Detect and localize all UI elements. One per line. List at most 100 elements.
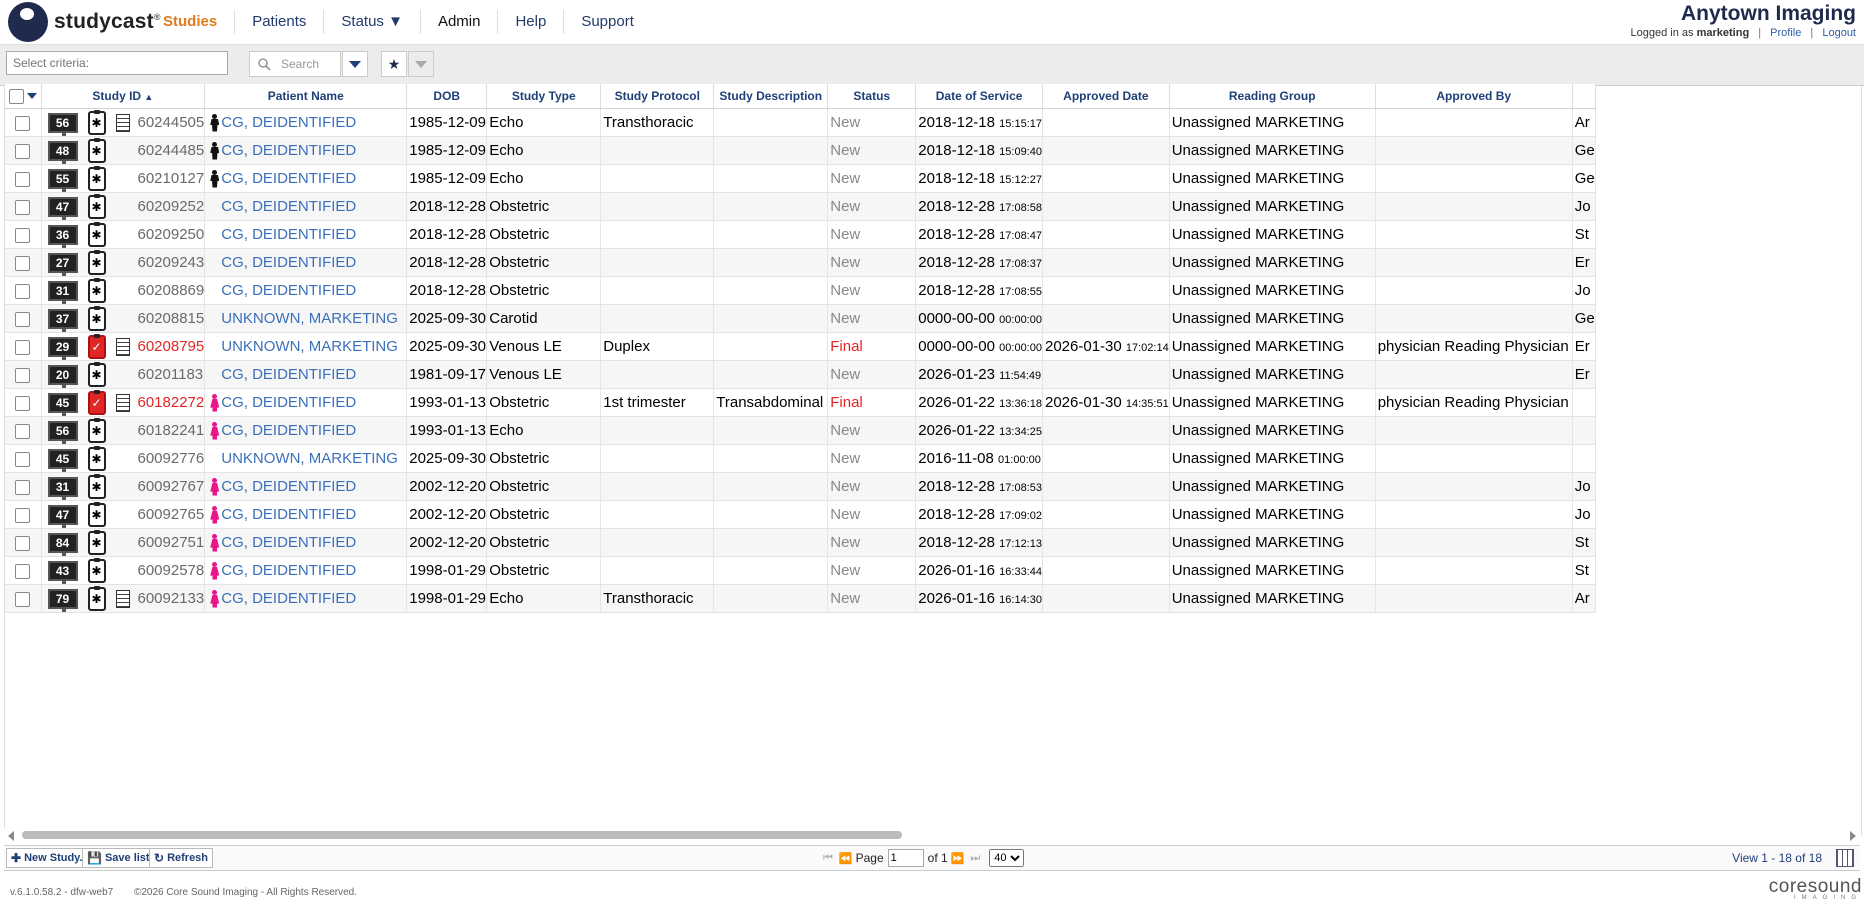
patient-name-link[interactable]: UNKNOWN, MARKETING	[221, 450, 398, 467]
study-id-cell[interactable]: 43 ✱ 60092578	[41, 556, 206, 585]
patient-name-link[interactable]: CG, DEIDENTIFIED	[221, 254, 356, 271]
patient-name-cell[interactable]: CG, DEIDENTIFIED	[204, 500, 408, 529]
patient-name-cell[interactable]: CG, DEIDENTIFIED	[204, 388, 408, 417]
image-count-monitor-icon[interactable]: 55	[47, 168, 78, 192]
row-checkbox[interactable]	[15, 507, 31, 523]
worksheet-clipboard-icon[interactable]: ✱	[87, 109, 106, 135]
study-id[interactable]: 60092751	[138, 534, 204, 551]
patient-name-cell[interactable]: CG, DEIDENTIFIED	[204, 276, 408, 305]
row-checkbox[interactable]	[15, 451, 31, 467]
refresh-button[interactable]: ↻ Refresh	[149, 848, 214, 868]
row-select-cell[interactable]	[5, 528, 42, 557]
patient-name-cell[interactable]: CG, DEIDENTIFIED	[204, 164, 408, 193]
study-id[interactable]: 60244485	[138, 142, 204, 159]
study-id[interactable]: 60209252	[138, 198, 204, 215]
row-select-cell[interactable]	[5, 164, 42, 193]
nav-patients[interactable]: Patients	[234, 10, 323, 34]
table-row[interactable]: 55 ✱ 60210127 CG, DEIDENTIFIED 1985-12-09 Ech…	[5, 164, 1596, 193]
search-button[interactable]: Search	[249, 51, 341, 77]
row-checkbox[interactable]	[15, 423, 31, 439]
report-document-icon[interactable]	[115, 113, 130, 132]
patient-name-link[interactable]: CG, DEIDENTIFIED	[221, 394, 356, 411]
worksheet-clipboard-icon[interactable]: ✱	[87, 473, 106, 499]
row-select-cell[interactable]	[5, 192, 42, 221]
patient-name-cell[interactable]: CG, DEIDENTIFIED	[204, 360, 408, 389]
prev-page-icon[interactable]: ⏪	[839, 852, 853, 865]
patient-name-link[interactable]: CG, DEIDENTIFIED	[221, 422, 356, 439]
row-checkbox[interactable]	[15, 479, 31, 495]
table-row[interactable]: 79 ✱ 60092133 CG, DEIDENTIFIED 1998-01-29 Ech…	[5, 584, 1596, 613]
patient-name-link[interactable]: CG, DEIDENTIFIED	[221, 478, 356, 495]
row-select-cell[interactable]	[5, 248, 42, 277]
patient-name-link[interactable]: CG, DEIDENTIFIED	[221, 562, 356, 579]
study-id-cell[interactable]: 29 ✓ 60208795	[41, 332, 206, 361]
patient-name-cell[interactable]: CG, DEIDENTIFIED	[204, 556, 408, 585]
worksheet-clipboard-icon[interactable]: ✱	[87, 277, 106, 303]
row-select-cell[interactable]	[5, 332, 42, 361]
col-dob[interactable]: DOB	[406, 84, 488, 109]
patient-name-cell[interactable]: CG, DEIDENTIFIED	[204, 416, 408, 445]
studycast-logo[interactable]: studycast®	[8, 2, 161, 42]
table-row[interactable]: 31 ✱ 60092767 CG, DEIDENTIFIED 2002-12-20 Obs…	[5, 472, 1596, 501]
study-id-cell[interactable]: 47 ✱ 60209252	[41, 192, 206, 221]
patient-name-cell[interactable]: CG, DEIDENTIFIED	[204, 528, 408, 557]
patient-name-cell[interactable]: CG, DEIDENTIFIED	[204, 472, 408, 501]
patient-name-link[interactable]: CG, DEIDENTIFIED	[221, 590, 356, 607]
row-checkbox[interactable]	[15, 255, 31, 271]
col-study-id[interactable]: Study ID ▲	[41, 84, 206, 109]
study-id-cell[interactable]: 56 ✱ 60182241	[41, 416, 206, 445]
next-page-icon[interactable]: ⏩	[951, 852, 965, 865]
worksheet-clipboard-icon[interactable]: ✱	[87, 305, 106, 331]
scroll-left-icon[interactable]	[8, 831, 14, 841]
column-chooser-icon[interactable]	[1836, 849, 1854, 867]
col-status[interactable]: Status	[827, 84, 917, 109]
image-count-monitor-icon[interactable]: 27	[47, 252, 78, 276]
study-id-cell[interactable]: 56 ✱ 60244505	[41, 108, 206, 137]
image-count-monitor-icon[interactable]: 37	[47, 308, 78, 332]
row-checkbox[interactable]	[15, 283, 31, 299]
table-row[interactable]: 56 ✱ 60182241 CG, DEIDENTIFIED 1993-01-13 Ech…	[5, 416, 1596, 445]
study-id-cell[interactable]: 48 ✱ 60244485	[41, 136, 206, 165]
nav-help[interactable]: Help	[497, 10, 563, 34]
row-select-cell[interactable]	[5, 416, 42, 445]
col-approved-date[interactable]: Approved Date	[1042, 84, 1170, 109]
study-id-cell[interactable]: 31 ✱ 60092767	[41, 472, 206, 501]
col-approved-by[interactable]: Approved By	[1375, 84, 1573, 109]
scroll-right-icon[interactable]	[1850, 831, 1856, 841]
image-count-monitor-icon[interactable]: 31	[47, 476, 78, 500]
study-id[interactable]: 60182272	[138, 394, 204, 411]
image-count-monitor-icon[interactable]: 45	[47, 392, 78, 416]
study-id-cell[interactable]: 79 ✱ 60092133	[41, 584, 206, 613]
nav-support[interactable]: Support	[563, 10, 651, 34]
page-number-input[interactable]	[887, 849, 924, 867]
patient-name-link[interactable]: CG, DEIDENTIFIED	[221, 226, 356, 243]
search-options-dropdown[interactable]	[342, 51, 368, 77]
study-id[interactable]: 60208795	[138, 338, 204, 355]
patient-name-link[interactable]: CG, DEIDENTIFIED	[221, 170, 356, 187]
row-checkbox[interactable]	[15, 143, 31, 159]
row-select-cell[interactable]	[5, 556, 42, 585]
select-all-checkbox[interactable]	[8, 88, 24, 104]
row-select-cell[interactable]	[5, 444, 42, 473]
study-id[interactable]: 60208869	[138, 282, 204, 299]
image-count-monitor-icon[interactable]: 36	[47, 224, 78, 248]
patient-name-cell[interactable]: CG, DEIDENTIFIED	[204, 192, 408, 221]
col-patient-name[interactable]: Patient Name	[204, 84, 408, 109]
logout-link[interactable]: Logout	[1822, 27, 1856, 39]
patient-name-cell[interactable]: CG, DEIDENTIFIED	[204, 248, 408, 277]
table-row[interactable]: 27 ✱ 60209243 CG, DEIDENTIFIED 2018-12-28 Obs…	[5, 248, 1596, 277]
patient-name-cell[interactable]: CG, DEIDENTIFIED	[204, 584, 408, 613]
image-count-monitor-icon[interactable]: 47	[47, 196, 78, 220]
table-row[interactable]: 29 ✓ 60208795 UNKNOWN, MARKETING 2025-09-30 V…	[5, 332, 1596, 361]
study-id-cell[interactable]: 55 ✱ 60210127	[41, 164, 206, 193]
study-id[interactable]: 60092765	[138, 506, 204, 523]
image-count-monitor-icon[interactable]: 31	[47, 280, 78, 304]
final-report-clipboard-icon[interactable]: ✓	[87, 389, 106, 415]
final-report-clipboard-icon[interactable]: ✓	[87, 333, 106, 359]
nav-admin[interactable]: Admin	[419, 10, 498, 34]
image-count-monitor-icon[interactable]: 48	[47, 140, 78, 164]
image-count-monitor-icon[interactable]: 45	[47, 448, 78, 472]
select-all-header[interactable]	[5, 84, 42, 109]
worksheet-clipboard-icon[interactable]: ✱	[87, 193, 106, 219]
row-select-cell[interactable]	[5, 584, 42, 613]
